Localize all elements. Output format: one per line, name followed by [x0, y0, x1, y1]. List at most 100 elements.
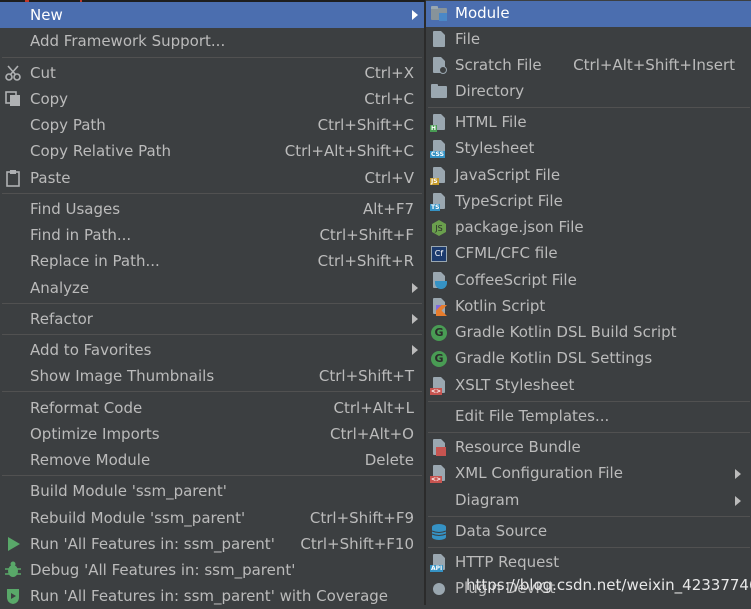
submenu-item-resource-bundle[interactable]: Resource Bundle	[426, 435, 751, 461]
new-submenu: Module File Scratch File Ctrl+Alt+Shift+…	[425, 0, 751, 605]
scissors-icon	[4, 64, 22, 82]
submenu-item-label: CFML/CFC file	[455, 244, 558, 262]
submenu-item-gradle-settings[interactable]: G Gradle Kotlin DSL Settings	[426, 346, 751, 372]
submenu-item-label: Gradle Kotlin DSL Settings	[455, 349, 653, 367]
submenu-item-edit-file-templates[interactable]: Edit File Templates...	[426, 404, 751, 430]
module-folder-icon	[430, 5, 448, 23]
menu-item-copy-path[interactable]: Copy Path Ctrl+Shift+C	[0, 112, 424, 138]
menu-item-cut[interactable]: Cut Ctrl+X	[0, 60, 424, 86]
shortcut-label: Ctrl+Alt+Shift+Insert	[573, 56, 735, 74]
menu-item-label: Find in Path...	[30, 226, 132, 244]
menu-item-label: Paste	[30, 169, 71, 187]
menu-item-label: Add to Favorites	[30, 341, 152, 359]
submenu-item-gradle-build-script[interactable]: G Gradle Kotlin DSL Build Script	[426, 320, 751, 346]
clipboard-icon	[4, 169, 22, 187]
menu-item-find-usages[interactable]: Find Usages Alt+F7	[0, 196, 424, 222]
submenu-item-javascript-file[interactable]: JS JavaScript File	[426, 163, 751, 189]
submenu-item-xml-configuration[interactable]: <> XML Configuration File	[426, 461, 751, 487]
menu-item-find-in-path[interactable]: Find in Path... Ctrl+Shift+F	[0, 222, 424, 248]
submenu-item-label: Edit File Templates...	[455, 407, 610, 425]
menu-item-add-to-favorites[interactable]: Add to Favorites	[0, 337, 424, 363]
shortcut-label: Ctrl+Alt+Shift+C	[284, 142, 414, 160]
menu-separator	[428, 401, 750, 402]
menu-item-copy[interactable]: Copy Ctrl+C	[0, 86, 424, 112]
submenu-item-html-file[interactable]: H HTML File	[426, 110, 751, 136]
cfml-icon: Cf	[430, 245, 448, 263]
submenu-item-label: Directory	[455, 82, 525, 100]
submenu-item-stylesheet[interactable]: CSS Stylesheet	[426, 136, 751, 162]
submenu-item-label: Stylesheet	[455, 139, 535, 157]
menu-separator	[428, 107, 750, 108]
menu-item-label: Rebuild Module 'ssm_parent'	[30, 509, 246, 527]
menu-item-show-image-thumbnails[interactable]: Show Image Thumbnails Ctrl+Shift+T	[0, 363, 424, 389]
submenu-item-module[interactable]: Module	[426, 1, 751, 27]
submenu-item-data-source[interactable]: Data Source	[426, 519, 751, 545]
menu-separator	[2, 391, 422, 392]
submenu-item-label: Diagram	[455, 491, 520, 509]
menu-item-build-module[interactable]: Build Module 'ssm_parent'	[0, 478, 424, 504]
menu-item-replace-in-path[interactable]: Replace in Path... Ctrl+Shift+R	[0, 248, 424, 274]
menu-item-label: Debug 'All Features in: ssm_parent'	[30, 561, 296, 579]
menu-item-analyze[interactable]: Analyze	[0, 275, 424, 301]
menu-item-optimize-imports[interactable]: Optimize Imports Ctrl+Alt+O	[0, 421, 424, 447]
menu-item-label: Reformat Code	[30, 399, 143, 417]
submenu-item-directory[interactable]: Directory	[426, 79, 751, 105]
menu-item-label: Replace in Path...	[30, 252, 160, 270]
submenu-item-label: JavaScript File	[455, 166, 561, 184]
shortcut-label: Ctrl+C	[364, 90, 414, 108]
menu-item-refactor[interactable]: Refactor	[0, 306, 424, 332]
submenu-item-label: TypeScript File	[455, 192, 563, 210]
submenu-item-typescript-file[interactable]: TS TypeScript File	[426, 189, 751, 215]
gradle-icon: G	[430, 324, 448, 342]
watermark-text: https://blog.csdn.net/weixin_42337746	[466, 576, 751, 594]
menu-separator	[428, 516, 750, 517]
menu-item-run[interactable]: Run 'All Features in: ssm_parent' Ctrl+S…	[0, 531, 424, 557]
shortcut-label: Ctrl+Shift+R	[317, 252, 414, 270]
menu-separator	[2, 193, 422, 194]
svg-text:JS: JS	[434, 224, 442, 233]
submenu-item-kotlin-script[interactable]: Kotlin Script	[426, 294, 751, 320]
menu-item-copy-relative-path[interactable]: Copy Relative Path Ctrl+Alt+Shift+C	[0, 138, 424, 164]
scratch-file-icon	[430, 57, 448, 75]
menu-item-remove-module[interactable]: Remove Module Delete	[0, 447, 424, 473]
submenu-item-cfml-file[interactable]: Cf CFML/CFC file	[426, 241, 751, 267]
menu-item-label: Copy Path	[30, 116, 106, 134]
menu-item-rebuild-module[interactable]: Rebuild Module 'ssm_parent' Ctrl+Shift+F…	[0, 505, 424, 531]
shortcut-label: Ctrl+Shift+C	[317, 116, 414, 134]
menu-item-run-with-coverage[interactable]: Run 'All Features in: ssm_parent' with C…	[0, 583, 424, 609]
menu-item-reformat-code[interactable]: Reformat Code Ctrl+Alt+L	[0, 395, 424, 421]
submenu-item-diagram[interactable]: Diagram	[426, 488, 751, 514]
menu-item-add-framework[interactable]: Add Framework Support...	[0, 28, 424, 54]
menu-separator	[2, 57, 422, 58]
menu-item-label: Add Framework Support...	[30, 32, 226, 50]
submenu-item-label: Kotlin Script	[455, 297, 546, 315]
context-menu: New Add Framework Support... Cut Ctrl+X …	[0, 2, 425, 605]
html-file-icon: H	[430, 114, 448, 132]
submenu-item-scratch-file[interactable]: Scratch File Ctrl+Alt+Shift+Insert	[426, 53, 751, 79]
submenu-item-label: File	[455, 30, 481, 48]
submenu-item-package-json[interactable]: JS package.json File	[426, 215, 751, 241]
menu-item-label: Build Module 'ssm_parent'	[30, 482, 227, 500]
menu-item-label: Optimize Imports	[30, 425, 160, 443]
submenu-item-http-request[interactable]: API HTTP Request	[426, 550, 751, 576]
submenu-item-coffeescript-file[interactable]: CoffeeScript File	[426, 268, 751, 294]
coverage-icon	[4, 587, 22, 605]
submenu-item-label: Gradle Kotlin DSL Build Script	[455, 323, 677, 341]
submenu-item-label: CoffeeScript File	[455, 271, 577, 289]
submenu-item-file[interactable]: File	[426, 27, 751, 53]
submenu-item-label: XSLT Stylesheet	[455, 376, 575, 394]
submenu-arrow-icon	[735, 469, 741, 479]
menu-item-new[interactable]: New	[0, 2, 424, 28]
plugin-icon	[430, 580, 448, 598]
shortcut-label: Alt+F7	[362, 200, 414, 218]
css-file-icon: CSS	[430, 140, 448, 158]
menu-item-debug[interactable]: Debug 'All Features in: ssm_parent'	[0, 557, 424, 583]
submenu-item-xslt-stylesheet[interactable]: <> XSLT Stylesheet	[426, 373, 751, 399]
menu-item-paste[interactable]: Paste Ctrl+V	[0, 165, 424, 191]
menu-item-label: Run 'All Features in: ssm_parent'	[30, 535, 275, 553]
submenu-item-label: package.json File	[455, 218, 584, 236]
nodejs-icon: JS	[430, 219, 448, 237]
copy-icon	[4, 90, 22, 108]
submenu-item-label: Data Source	[455, 522, 548, 540]
submenu-item-label: XML Configuration File	[455, 464, 623, 482]
